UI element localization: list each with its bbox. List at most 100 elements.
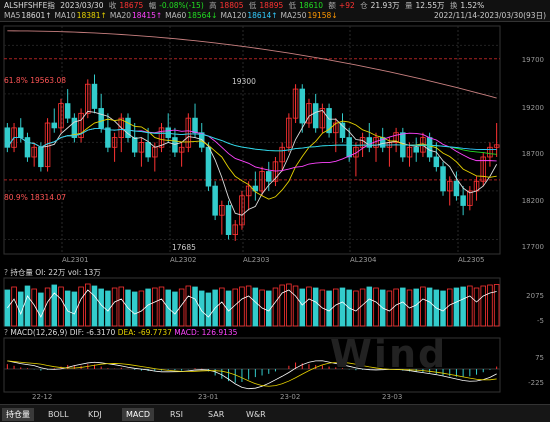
oi-bar — [460, 286, 466, 327]
oi-bar — [232, 288, 238, 327]
oi-line — [7, 289, 497, 318]
oi-bar — [473, 287, 480, 327]
ma250-line — [7, 30, 497, 99]
macd-axis-label: -225 — [528, 379, 544, 387]
low-annotation: 17685 — [172, 243, 196, 252]
oi-bar — [353, 290, 359, 327]
oi-bar — [279, 284, 285, 327]
oi-bar — [192, 286, 198, 327]
oi-bar — [111, 287, 118, 327]
macd-panel-legend: ? MACD(12,26,9) DIF: -6.3170 DEA: -69.77… — [4, 328, 237, 337]
oi-bar — [152, 287, 158, 327]
oi-panel-title[interactable]: 持仓量 — [10, 268, 33, 277]
candle-body — [51, 122, 58, 129]
oi-bar — [98, 288, 104, 327]
candle-body — [212, 185, 218, 216]
candle-body — [312, 103, 319, 129]
oi-bar — [446, 288, 453, 327]
oi-bar — [205, 292, 212, 327]
help-icon[interactable]: ? — [4, 328, 8, 337]
oi-value: OI: 22万 — [35, 268, 66, 277]
contract-label: AL2305 — [458, 256, 485, 264]
candle-body — [105, 127, 111, 148]
candle-body — [433, 156, 440, 168]
macd-x-label: 23-01 — [198, 393, 219, 401]
candle-body — [165, 127, 171, 138]
price-axis-label: 18700 — [521, 150, 544, 158]
candle-body — [440, 166, 446, 192]
macd-x-label: 22-12 — [32, 393, 53, 401]
candle-body — [24, 137, 31, 158]
tab-oi[interactable]: 持仓量 — [2, 408, 34, 421]
macd-panel-title[interactable]: MACD(12,26,9) — [10, 328, 67, 337]
oi-bar — [400, 287, 406, 327]
macd-x-label: 23-03 — [382, 393, 403, 401]
tab-wr[interactable]: W&R — [242, 408, 270, 421]
oi-bar — [131, 291, 138, 327]
oi-bar — [91, 285, 98, 327]
fib-upper-label: 61.8% 19563.08 — [4, 76, 66, 85]
oi-bar — [185, 285, 192, 327]
price-axis-label: 17700 — [521, 243, 544, 251]
oi-axis-label: -5 — [537, 317, 544, 325]
tab-sar[interactable]: SAR — [204, 408, 228, 421]
oi-bar — [58, 286, 64, 327]
oi-bar — [24, 285, 31, 327]
oi-bar — [480, 285, 486, 327]
oi-bar — [71, 291, 78, 327]
chart-canvas[interactable] — [0, 0, 550, 404]
candle-body — [145, 142, 151, 158]
oi-bar — [299, 288, 306, 327]
oi-bar — [158, 286, 165, 327]
oi-bar — [333, 288, 339, 327]
candle-body — [64, 103, 71, 119]
oi-bar — [493, 284, 500, 327]
oi-bar — [393, 288, 399, 327]
price-axis-label: 19700 — [521, 56, 544, 64]
tab-rsi[interactable]: RSI — [166, 408, 187, 421]
oi-bar — [386, 290, 393, 327]
contract-label: AL2302 — [170, 256, 197, 264]
candle-body — [98, 108, 104, 129]
dif-value: DIF: -6.3170 — [69, 328, 116, 337]
high-annotation: 19300 — [232, 77, 256, 86]
candle-body — [18, 127, 24, 138]
watermark: Wind — [330, 332, 448, 376]
oi-bar — [78, 286, 84, 327]
candle-body — [192, 117, 198, 134]
tab-kdj[interactable]: KDJ — [84, 408, 106, 421]
oi-bar — [312, 287, 319, 327]
oi-bar — [306, 286, 312, 327]
indicator-tabs: 持仓量 BOLL KDJ MACD RSI SAR W&R — [0, 404, 550, 422]
contract-label: AL2301 — [62, 256, 89, 264]
macd-value: MACD: 126.9135 — [174, 328, 238, 337]
oi-bar — [138, 290, 145, 327]
help-icon[interactable]: ? — [4, 268, 8, 277]
candle-body — [205, 146, 212, 187]
candle-body — [172, 137, 178, 153]
candle-body — [346, 137, 352, 158]
oi-bar — [467, 285, 473, 327]
oi-bar — [145, 288, 151, 327]
vol-value: vol: 13万 — [67, 268, 101, 277]
contract-label: AL2304 — [350, 256, 377, 264]
candle-body — [266, 171, 272, 182]
candle-body — [426, 137, 433, 158]
contract-label: AL2303 — [243, 256, 270, 264]
oi-bar — [453, 287, 460, 327]
candle-body — [413, 146, 419, 153]
oi-bar — [219, 287, 225, 327]
candle-body — [91, 83, 98, 109]
oi-bar — [487, 284, 493, 327]
oi-bar — [245, 285, 252, 327]
oi-axis-label: 2075 — [526, 292, 544, 300]
oi-bar — [440, 290, 446, 327]
tab-macd[interactable]: MACD — [122, 408, 154, 421]
oi-bar — [239, 286, 245, 327]
dea-value: DEA: -69.7737 — [117, 328, 172, 337]
oi-bar — [366, 286, 373, 327]
oi-panel-legend: ? 持仓量 OI: 22万 vol: 13万 — [4, 267, 101, 278]
oi-bar — [326, 290, 332, 327]
tab-boll[interactable]: BOLL — [44, 408, 73, 421]
oi-bar — [11, 286, 17, 327]
